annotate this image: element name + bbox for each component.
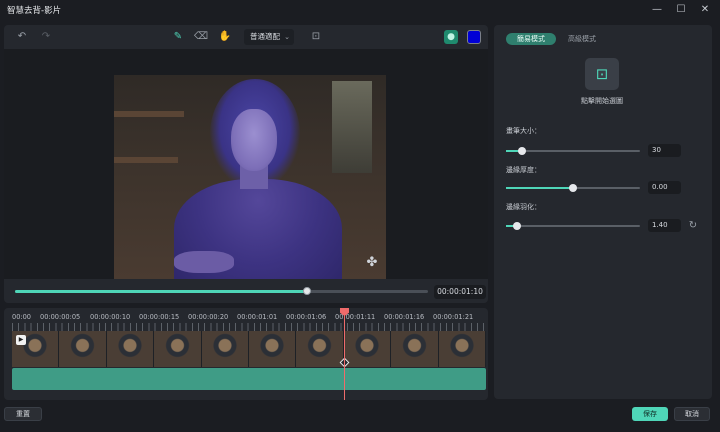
timeline-ticks: [12, 323, 486, 331]
filmstrip-frame: [106, 331, 155, 367]
edge-feather-slider-handle[interactable]: [512, 222, 521, 230]
eraser-icon[interactable]: ⌫: [193, 29, 209, 45]
ruler-label: 00:00:00:10: [90, 313, 131, 321]
timeline[interactable]: 00:00 00:00:00:05 00:00:00:10 00:00:00:15 00…: [4, 308, 488, 400]
edge-thickness-slider[interactable]: [506, 184, 640, 192]
ruler-label: 00:00: [12, 313, 32, 321]
edge-thickness-slider-handle[interactable]: [569, 184, 577, 192]
video-filmstrip[interactable]: [12, 331, 487, 367]
ruler-label: 00:00:01:11: [335, 313, 376, 321]
background-shelf: [114, 111, 184, 117]
click-select-label: 點擊開始選圖: [581, 97, 623, 105]
filmstrip-frame: [59, 331, 107, 367]
magic-brush-icon[interactable]: ✎: [170, 29, 186, 45]
edge-thickness-slider-fill: [506, 187, 573, 189]
filmstrip-frame: [249, 331, 297, 367]
edge-feather-label: 邊緣羽化：: [506, 203, 541, 211]
reset-button[interactable]: 重置: [4, 407, 42, 421]
brush-size-label: 畫筆大小：: [506, 127, 541, 135]
ruler-label: 00:00:01:01: [237, 313, 278, 321]
filmstrip-frame: [154, 331, 202, 367]
subject-face: [231, 109, 277, 171]
edge-feather-slider[interactable]: [506, 222, 640, 230]
background-color-swatch[interactable]: [467, 30, 481, 44]
background-shelf: [114, 157, 178, 163]
hand-icon[interactable]: ✋: [217, 29, 233, 45]
video-track-icon: ▶: [16, 335, 26, 345]
click-select-button[interactable]: ⊡: [585, 58, 619, 90]
ruler-label: 00:00:01:06: [286, 313, 327, 321]
playback-progress-fill: [15, 290, 307, 293]
window-title: 智慧去背-影片: [7, 6, 62, 16]
current-time: 00:00:01:10: [434, 285, 486, 299]
subject-hand: [174, 251, 234, 273]
ruler-label: 00:00:01:16: [384, 313, 425, 321]
ruler-label: 00:00:00:05: [40, 313, 81, 321]
editor-toolbar: ↶ ↷ ✎ ⌫ ✋ 普通適配 ⌄ ⊡ ●: [4, 25, 488, 49]
minimize-icon[interactable]: —: [646, 2, 668, 17]
ruler-label: 00:00:00:20: [188, 313, 229, 321]
video-preview[interactable]: ✤: [114, 75, 386, 279]
edge-feather-value[interactable]: 1.40: [648, 219, 681, 232]
playback-progress[interactable]: [15, 287, 428, 295]
filmstrip-frame: [391, 331, 439, 367]
chevron-down-icon: ⌄: [284, 33, 290, 41]
edge-thickness-label: 邊緣厚度：: [506, 166, 541, 174]
cancel-button[interactable]: 取消: [674, 407, 710, 421]
fit-mode-value: 普通適配: [250, 32, 280, 41]
fit-screen-icon[interactable]: ⊡: [308, 29, 324, 45]
playback-progress-handle[interactable]: [302, 287, 311, 295]
reset-icon[interactable]: ↻: [687, 220, 699, 232]
settings-panel: 簡易模式 高級模式 ⊡ 點擊開始選圖 畫筆大小： 30 邊緣厚度： 0.00 邊…: [494, 25, 712, 399]
background-window: [332, 81, 372, 173]
filmstrip-frame: [296, 331, 344, 367]
close-icon[interactable]: ✕: [694, 2, 716, 17]
brush-size-slider-handle[interactable]: [518, 147, 527, 155]
brush-size-slider[interactable]: [506, 147, 640, 155]
playhead[interactable]: [344, 308, 345, 400]
redo-icon[interactable]: ↷: [38, 29, 54, 45]
tab-advanced-mode[interactable]: 高級模式: [560, 33, 604, 45]
ruler-label: 00:00:01:21: [433, 313, 474, 321]
save-button[interactable]: 保存: [632, 407, 668, 421]
editor-panel: ↶ ↷ ✎ ⌫ ✋ 普通適配 ⌄ ⊡ ● ✤ 00:00:01:10 ⇤ ⇥ ▷…: [4, 25, 488, 317]
edge-thickness-value[interactable]: 0.00: [648, 181, 681, 194]
filmstrip-frame: [438, 331, 487, 367]
person-select-icon: ⊡: [595, 65, 609, 83]
maximize-icon[interactable]: ☐: [670, 2, 692, 17]
filmstrip-frame: [201, 331, 250, 367]
title-bar: 智慧去背-影片 — ☐ ✕: [0, 0, 720, 20]
mask-track[interactable]: [12, 368, 486, 390]
undo-icon[interactable]: ↶: [14, 29, 30, 45]
watermark-icon: ✤: [366, 255, 378, 270]
tab-simple-mode[interactable]: 簡易模式: [506, 33, 556, 45]
brush-size-value[interactable]: 30: [648, 144, 681, 157]
person-icon[interactable]: ●: [444, 30, 458, 44]
filmstrip-frame: [343, 331, 392, 367]
fit-mode-select[interactable]: 普通適配 ⌄: [244, 29, 294, 45]
ruler-label: 00:00:00:15: [139, 313, 180, 321]
